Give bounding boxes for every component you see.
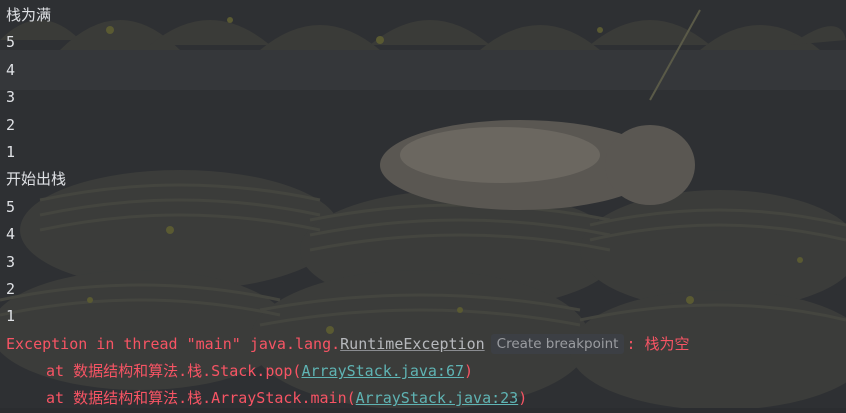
exception-class-link[interactable]: RuntimeException [340, 335, 485, 353]
create-breakpoint-button[interactable]: Create breakpoint [490, 333, 625, 354]
console-line: 5 [6, 33, 16, 52]
console-line: 1 [6, 142, 16, 161]
console-output: 栈为满 5 4 3 2 1 开始出栈 5 4 3 2 1 Exception i… [0, 0, 846, 408]
console-line: 3 [6, 88, 16, 107]
source-link[interactable]: ArrayStack.java:67 [301, 362, 464, 380]
stack-trace-prefix: at 数据结构和算法.栈.Stack.pop( [46, 362, 302, 381]
exception-prefix: Exception in thread "main" java.lang. [6, 334, 341, 353]
stack-trace-line: at 数据结构和算法.栈.Stack.pop(ArrayStack.java:6… [0, 358, 846, 385]
console-line: 2 [6, 279, 16, 298]
stack-trace-line: at 数据结构和算法.栈.ArrayStack.main(ArrayStack.… [0, 385, 846, 412]
console-line: 4 [6, 225, 16, 244]
stack-trace-suffix: ) [464, 362, 474, 381]
console-line: 1 [6, 307, 16, 326]
stack-trace-suffix: ) [518, 389, 528, 408]
console-line: 栈为满 [6, 6, 52, 24]
console-line: 5 [6, 197, 16, 216]
exception-message: : 栈为空 [626, 334, 690, 353]
console-line: 开始出栈 [6, 170, 67, 189]
exception-line: Exception in thread "main" java.lang.Run… [0, 331, 846, 358]
console-line: 4 [6, 60, 16, 79]
console-line: 3 [6, 252, 16, 271]
stack-trace-prefix: at 数据结构和算法.栈.ArrayStack.main( [46, 389, 356, 408]
console-line: 2 [6, 115, 16, 134]
source-link[interactable]: ArrayStack.java:23 [356, 389, 519, 407]
